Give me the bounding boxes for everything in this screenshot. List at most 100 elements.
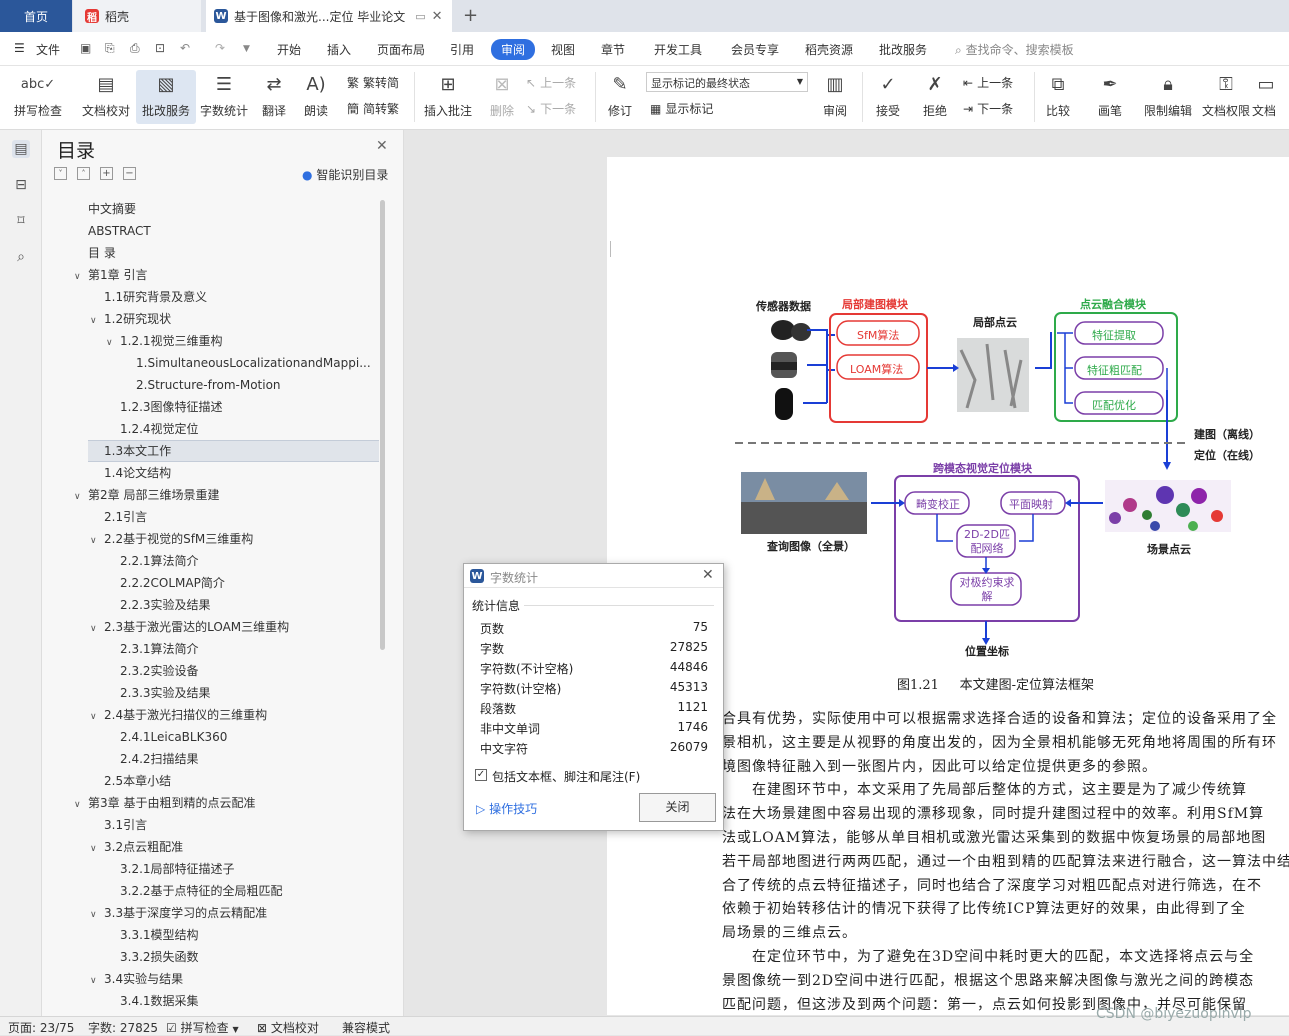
expand-chevron-icon[interactable]: ∨: [90, 838, 104, 860]
toc-item[interactable]: ∨ 1.2研究现状: [90, 308, 171, 330]
toc-item[interactable]: 3.1引言: [90, 814, 147, 836]
toc-item[interactable]: ∨ 3.4实验与结果: [90, 968, 183, 990]
bookmark-icon[interactable]: ⌑: [12, 212, 30, 230]
reject-button[interactable]: ✗ 拒绝: [905, 70, 965, 119]
remove-level-icon[interactable]: −: [123, 167, 136, 180]
undo-icon[interactable]: ↶: [180, 41, 190, 55]
trad-to-simp-button[interactable]: 繁繁转简: [347, 74, 399, 91]
restrict-edit-button[interactable]: 🔒︎ 限制编辑: [1138, 70, 1198, 119]
save-icon[interactable]: ▣: [80, 41, 91, 55]
include-checkbox[interactable]: ✓: [475, 769, 487, 781]
preview-icon[interactable]: ⊡: [155, 41, 165, 55]
menu-hamburger-icon[interactable]: ☰: [14, 41, 25, 55]
toc-item[interactable]: 3.2.2基于点特征的全局粗匹配: [106, 880, 283, 902]
toc-item[interactable]: 2.3.3实验及结果: [106, 682, 211, 704]
toc-item[interactable]: 2.2.2COLMAP简介: [106, 572, 225, 594]
expand-chevron-icon[interactable]: ∨: [74, 266, 88, 288]
toc-item[interactable]: 2.2.3实验及结果: [106, 594, 211, 616]
quick-access-dropdown-icon[interactable]: ▼: [243, 44, 250, 54]
toc-item[interactable]: 1.2.4视觉定位: [106, 418, 199, 440]
new-tab-plus-icon[interactable]: +: [463, 5, 478, 26]
show-markup-button[interactable]: ▦ 显示标记: [650, 100, 713, 117]
menu-review-service[interactable]: 批改服务: [879, 41, 927, 58]
smart-toc-button[interactable]: ● 智能识别目录: [302, 166, 388, 183]
doc-check-button[interactable]: ▤ 文档校对: [76, 70, 136, 119]
markup-state-select[interactable]: 显示标记的最终状态 ▼: [646, 72, 808, 92]
menu-dev-tools[interactable]: 开发工具: [654, 41, 702, 58]
next-comment-button[interactable]: ↘ 下一条: [526, 100, 576, 117]
next-change-button[interactable]: ⇥ 下一条: [963, 100, 1013, 117]
menu-member[interactable]: 会员专享: [731, 41, 779, 58]
expand-chevron-icon[interactable]: ∨: [90, 970, 104, 992]
menu-start[interactable]: 开始: [277, 41, 301, 58]
dialog-close-icon[interactable]: ✕: [702, 567, 714, 583]
toc-item[interactable]: 1.2.3图像特征描述: [106, 396, 223, 418]
dialog-close-button[interactable]: 关闭: [639, 793, 716, 822]
tab-close-icon[interactable]: ✕: [432, 9, 443, 24]
toc-item[interactable]: 3.2.1局部特征描述子: [106, 858, 235, 880]
prev-comment-button[interactable]: ↖ 上一条: [526, 74, 576, 91]
pen-button[interactable]: ✒ 画笔: [1080, 70, 1140, 119]
toc-item[interactable]: ∨ 1.2.1视觉三维重构: [106, 330, 223, 352]
tab-daoke[interactable]: 稻 稻壳: [73, 0, 201, 32]
menu-reference[interactable]: 引用: [450, 41, 474, 58]
expand-chevron-icon[interactable]: ∨: [74, 486, 88, 508]
toc-item[interactable]: 2.2.1算法简介: [106, 550, 199, 572]
toc-item[interactable]: ∨ 3.2点云粗配准: [90, 836, 183, 858]
toc-item[interactable]: ∨ 第1章 引言: [74, 264, 147, 286]
toc-item[interactable]: 3.4.1数据采集: [106, 990, 199, 1012]
doc-rights-button[interactable]: ⚿ 文档权限: [1196, 70, 1256, 119]
expand-all-icon[interactable]: ˄: [77, 167, 90, 180]
search-command-box[interactable]: ⌕ 查找命令、搜索模板: [955, 41, 1074, 58]
toc-item[interactable]: ∨ 2.3基于激光雷达的LOAM三维重构: [90, 616, 289, 638]
toc-item[interactable]: 1.4论文结构: [90, 462, 171, 484]
toc-item[interactable]: ∨ 第2章 局部三维场景重建: [74, 484, 219, 506]
track-changes-button[interactable]: ✎ 修订: [590, 70, 650, 119]
toc-scrollbar[interactable]: [380, 200, 385, 650]
expand-chevron-icon[interactable]: ∨: [106, 332, 120, 354]
menu-daoke-resources[interactable]: 稻壳资源: [805, 41, 853, 58]
print-icon[interactable]: ⎙: [130, 41, 140, 56]
menu-review[interactable]: 审阅: [491, 39, 536, 60]
toc-close-icon[interactable]: ✕: [376, 138, 388, 154]
toc-item[interactable]: 2.3.2实验设备: [106, 660, 199, 682]
tab-home[interactable]: 首页: [0, 0, 72, 32]
menu-view[interactable]: 视图: [551, 41, 575, 58]
insert-comment-button[interactable]: ⊞ 插入批注: [418, 70, 478, 119]
delete-comment-button[interactable]: ⊠ 删除: [472, 70, 532, 119]
toc-item[interactable]: 1.SimultaneousLocalizationandMappi...: [122, 352, 371, 374]
toc-item[interactable]: ABSTRACT: [74, 220, 151, 242]
menu-layout[interactable]: 页面布局: [377, 41, 425, 58]
toc-item[interactable]: ∨ 2.2基于视觉的SfM三维重构: [90, 528, 253, 550]
expand-chevron-icon[interactable]: ∨: [74, 794, 88, 816]
expand-chevron-icon[interactable]: ∨: [90, 618, 104, 640]
toc-item[interactable]: 2.5本章小结: [90, 770, 171, 792]
doc-more-button[interactable]: ▭ 文档: [1252, 70, 1289, 119]
review-pane-button[interactable]: ▥ 审阅: [805, 70, 865, 119]
page-indicator[interactable]: 页面: 23/75: [8, 1019, 74, 1036]
simp-to-trad-button[interactable]: 簡简转繁: [347, 100, 399, 117]
toc-item[interactable]: 3.3.1模型结构: [106, 924, 199, 946]
collapse-all-icon[interactable]: ˅: [54, 167, 67, 180]
compare-button[interactable]: ⧉ 比较: [1028, 70, 1088, 119]
menu-file[interactable]: 文件: [36, 41, 60, 58]
tab-screen-icon[interactable]: ▭: [415, 10, 425, 23]
expand-chevron-icon[interactable]: ∨: [90, 706, 104, 728]
find-icon[interactable]: ⌕: [12, 248, 30, 266]
review-service-button[interactable]: ▧ 批改服务: [136, 70, 196, 124]
export-icon[interactable]: ⎘: [105, 41, 115, 56]
toc-item[interactable]: 2.4.2扫描结果: [106, 748, 199, 770]
toc-item[interactable]: 1.3本文工作: [90, 440, 171, 462]
toc-item[interactable]: 2.Structure-from-Motion: [122, 374, 281, 396]
toc-item[interactable]: 2.4.1LeicaBLK360: [106, 726, 227, 748]
tab-document[interactable]: W 基于图像和激光...定位 毕业论文 ▭ ✕: [206, 0, 452, 32]
word-count-indicator[interactable]: 字数: 27825: [88, 1019, 158, 1036]
toc-item[interactable]: 1.1研究背景及意义: [90, 286, 207, 308]
expand-chevron-icon[interactable]: ∨: [90, 310, 104, 332]
menu-section[interactable]: 章节: [601, 41, 625, 58]
toc-item[interactable]: ∨ 第3章 基于由粗到精的点云配准: [74, 792, 255, 814]
read-aloud-button[interactable]: A) 朗读: [286, 70, 346, 119]
toc-item[interactable]: 中文摘要: [74, 198, 136, 220]
chapter-panel-icon[interactable]: ⊟: [12, 176, 30, 194]
toc-item[interactable]: 目 录: [74, 242, 116, 264]
